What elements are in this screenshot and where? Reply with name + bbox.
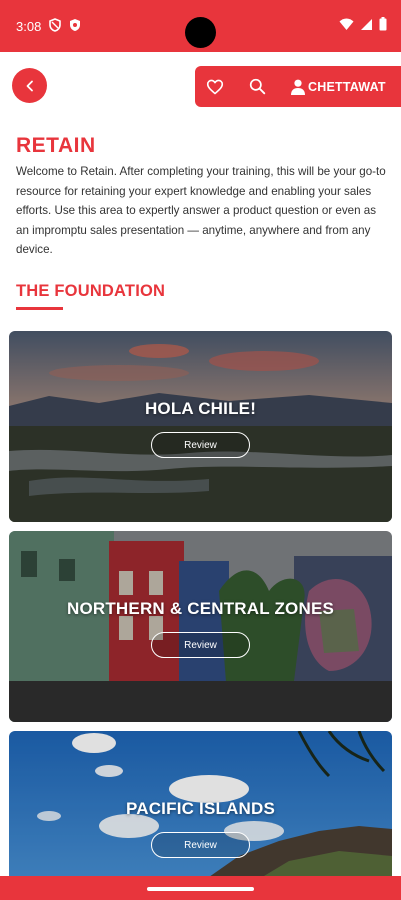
- chevron-left-icon: [26, 80, 33, 91]
- search-button[interactable]: [235, 66, 279, 107]
- course-card[interactable]: PACIFIC ISLANDS Review: [9, 731, 392, 891]
- shield-icon: [49, 18, 61, 32]
- search-icon: [249, 78, 265, 95]
- favorites-button[interactable]: [195, 66, 235, 107]
- card-title: HOLA CHILE!: [144, 399, 257, 418]
- user-icon: [291, 79, 305, 95]
- status-icons: [339, 17, 387, 31]
- section-underline: [16, 307, 63, 310]
- user-name: CHETTAWAT: [308, 79, 386, 94]
- user-profile-button[interactable]: CHETTAWAT: [279, 66, 386, 107]
- review-button[interactable]: Review: [151, 832, 250, 858]
- course-card[interactable]: NORTHERN & CENTRAL ZONES Review: [9, 531, 392, 722]
- card-overlay: [9, 331, 392, 522]
- card-title: PACIFIC ISLANDS: [125, 799, 276, 818]
- heart-icon: [206, 79, 224, 94]
- camera-cutout: [185, 17, 216, 48]
- home-indicator[interactable]: [147, 887, 254, 891]
- shield-check-icon: [70, 19, 80, 31]
- review-button[interactable]: Review: [151, 432, 250, 458]
- back-button[interactable]: [12, 68, 47, 103]
- status-time: 3:08: [16, 19, 42, 34]
- card-title: NORTHERN & CENTRAL ZONES: [66, 599, 335, 618]
- signal-icon: [361, 18, 372, 30]
- battery-icon: [379, 17, 387, 31]
- card-overlay: [9, 531, 392, 722]
- course-card[interactable]: HOLA CHILE! Review: [9, 331, 392, 522]
- header-actions: CHETTAWAT: [195, 66, 401, 107]
- intro-text: Welcome to Retain. After completing your…: [16, 165, 386, 256]
- wifi-icon: [339, 18, 354, 30]
- status-bar: 3:08: [0, 0, 401, 52]
- page-title: RETAIN: [16, 134, 96, 157]
- section-title: THE FOUNDATION: [16, 282, 166, 300]
- review-button[interactable]: Review: [151, 632, 250, 658]
